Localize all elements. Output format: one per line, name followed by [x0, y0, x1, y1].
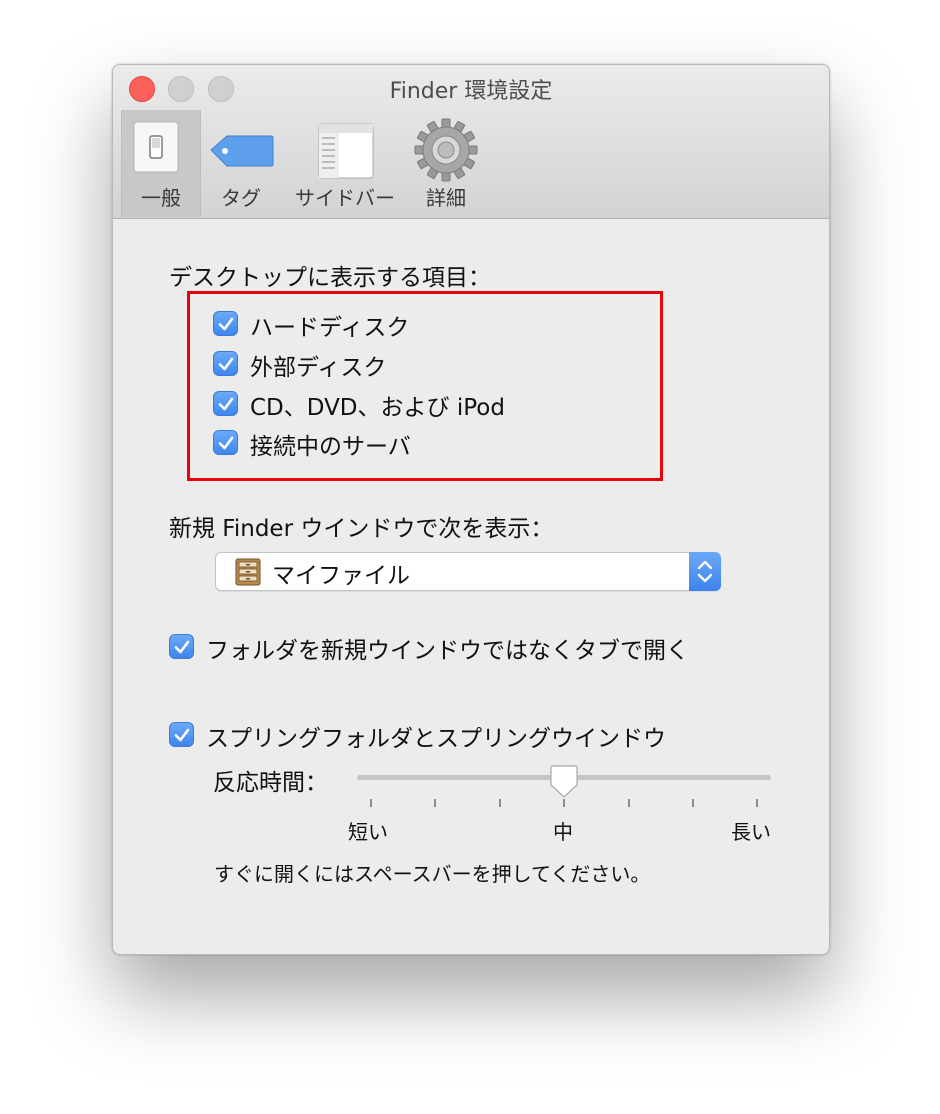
- slider-tick: [756, 799, 758, 807]
- switch-icon: [122, 116, 200, 182]
- slider-tick: [563, 799, 565, 807]
- new-window-label: 新規 Finder ウインドウで次を表示：: [169, 516, 554, 542]
- checkbox[interactable]: [169, 634, 194, 659]
- delay-label: 反応時間：: [213, 770, 328, 796]
- gear-icon: [409, 116, 483, 182]
- tab-tags[interactable]: タグ: [201, 110, 281, 217]
- slider-tick: [692, 799, 694, 807]
- checkbox[interactable]: [169, 722, 194, 747]
- tab-advanced-label: 詳細: [426, 186, 466, 210]
- popup-arrows-icon[interactable]: [689, 552, 721, 591]
- file-cabinet-icon: [232, 557, 264, 591]
- sidebar-icon: [283, 116, 407, 182]
- checkbox[interactable]: [213, 351, 238, 376]
- checkbox-label: CD、DVD、および iPod: [250, 395, 505, 421]
- popup-selected-value: マイファイル: [272, 563, 410, 589]
- delay-slider-thumb[interactable]: [548, 765, 580, 799]
- preferences-toolbar: Finder 環境設定 一般 タグ サイドバー 詳細: [113, 65, 829, 219]
- checkbox-label: ハードディスク: [250, 315, 410, 341]
- slider-tick: [628, 799, 630, 807]
- slider-label-short: 短い: [348, 820, 388, 844]
- new-window-target-popup[interactable]: マイファイル: [215, 552, 721, 591]
- checkbox-label: スプリングフォルダとスプリングウインドウ: [206, 726, 666, 752]
- slider-label-medium: 中: [553, 820, 573, 844]
- slider-tick: [370, 799, 372, 807]
- slider-label-long: 長い: [731, 820, 771, 844]
- checkbox-label: 外部ディスク: [250, 355, 387, 381]
- checkbox[interactable]: [213, 430, 238, 455]
- slider-tick: [499, 799, 501, 807]
- tab-advanced[interactable]: 詳細: [409, 110, 483, 217]
- window-title: Finder 環境設定: [389, 79, 553, 104]
- finder-preferences-window: Finder 環境設定 一般 タグ サイドバー 詳細 デスクトップに表示する項目…: [112, 64, 830, 955]
- tab-sidebar[interactable]: サイドバー: [283, 110, 407, 217]
- checkbox-label: フォルダを新規ウインドウではなくタブで開く: [206, 638, 689, 664]
- tab-general[interactable]: 一般: [121, 110, 201, 217]
- tab-sidebar-label: サイドバー: [295, 186, 395, 210]
- tab-general-label: 一般: [141, 186, 181, 210]
- desktop-items-label: デスクトップに表示する項目：: [169, 265, 491, 291]
- checkbox-label: 接続中のサーバ: [250, 434, 411, 460]
- spacebar-hint: すぐに開くにはスペースバーを押してください。: [214, 862, 651, 886]
- checkbox[interactable]: [213, 391, 238, 416]
- slider-tick: [434, 799, 436, 807]
- tab-tags-label: タグ: [221, 186, 261, 210]
- checkbox[interactable]: [213, 311, 238, 336]
- tag-icon: [201, 116, 281, 182]
